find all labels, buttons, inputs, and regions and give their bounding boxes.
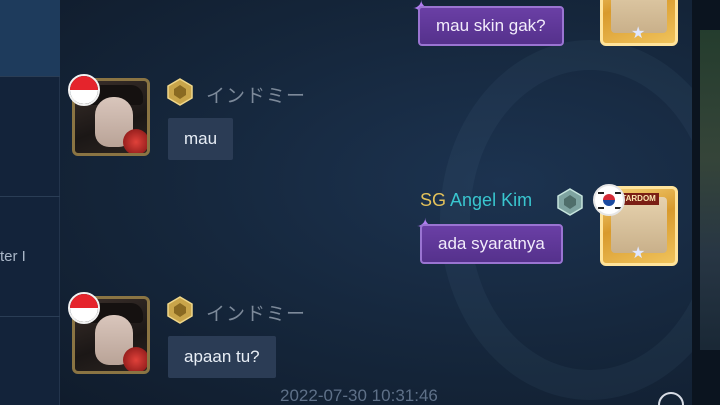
divider <box>0 316 60 317</box>
rank-badge-icon <box>557 188 583 216</box>
conversation-list-item-label[interactable]: ter I <box>0 248 26 265</box>
sender-name[interactable]: インドミー <box>206 299 306 326</box>
star-icon: ★ <box>631 245 646 262</box>
background-art-strip <box>700 30 720 350</box>
message-text: mau skin gak? <box>436 16 546 35</box>
avatar-frame-outgoing[interactable]: ★ <box>600 0 678 46</box>
sender-label[interactable]: SG Angel Kim <box>420 190 532 211</box>
indonesia-flag-icon <box>68 74 100 106</box>
guild-tag: SG <box>420 190 447 210</box>
message-text: ada syaratnya <box>438 234 545 253</box>
indonesia-flag-icon <box>68 292 100 324</box>
divider <box>0 196 60 197</box>
right-edge-panel <box>692 0 720 405</box>
sender-name[interactable]: インドミー <box>206 81 306 108</box>
message-bubble-outgoing[interactable]: ada syaratnya <box>420 224 563 264</box>
message-bubble-incoming[interactable]: mau <box>168 118 234 160</box>
sender-name: Angel Kim <box>450 190 533 210</box>
chat-message-area[interactable]: ✦ mau skin gak? ★ インドミー mau SG Angel Kim… <box>60 0 692 405</box>
message-text: mau <box>184 129 218 148</box>
avatar-decoration <box>123 347 147 371</box>
message-timestamp: 2022-07-30 10:31:46 <box>280 386 438 405</box>
message-text: apaan tu? <box>184 347 260 366</box>
rank-badge-icon <box>167 296 193 324</box>
star-icon: ★ <box>631 25 646 42</box>
divider <box>0 76 60 77</box>
rank-badge-icon <box>167 78 193 106</box>
korea-flag-icon <box>593 184 625 216</box>
avatar-frame-partial <box>658 392 684 405</box>
conversation-list-panel: ter I <box>0 0 60 405</box>
message-bubble-outgoing[interactable]: mau skin gak? <box>418 6 564 46</box>
conversation-list-item-selected[interactable] <box>0 0 60 76</box>
avatar-decoration <box>123 129 147 153</box>
message-bubble-incoming[interactable]: apaan tu? <box>168 336 276 378</box>
